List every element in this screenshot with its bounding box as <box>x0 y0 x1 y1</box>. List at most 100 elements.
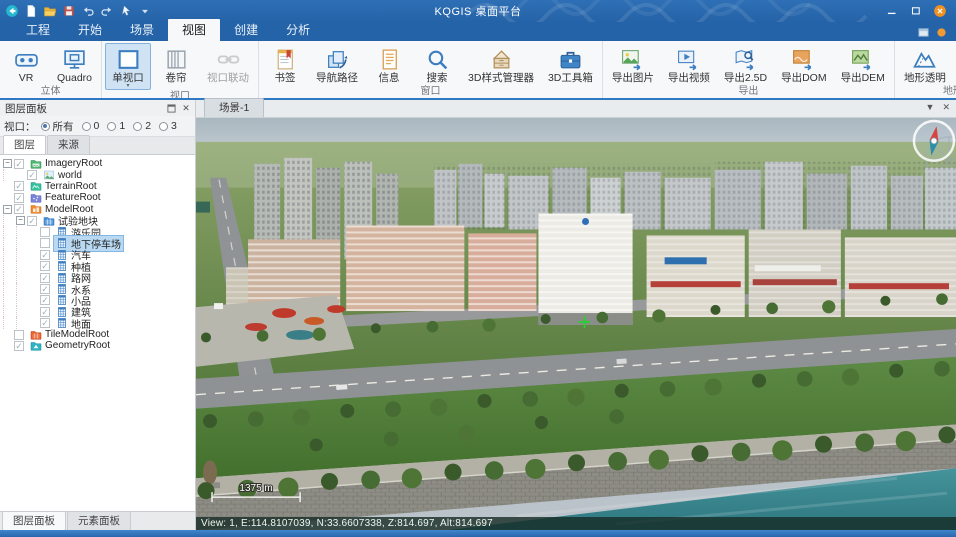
window-style-icon[interactable] <box>917 26 930 39</box>
tree-item-layer-12[interactable]: ✓小品 <box>3 295 195 306</box>
maximize-button[interactable] <box>906 3 926 19</box>
panel-tab-1[interactable]: 图层 <box>3 135 46 154</box>
toolbox-icon <box>558 46 583 73</box>
tree-checkbox[interactable]: ✓ <box>40 307 50 317</box>
ribbon-item-viewport-link: 视口联动 <box>201 43 255 90</box>
ribbon-item-export-dem[interactable]: 导出DEM <box>835 43 891 85</box>
tree-item-layer-11[interactable]: ✓水系 <box>3 283 195 294</box>
svg-text:1375 m: 1375 m <box>239 483 272 494</box>
skin-icon[interactable] <box>935 26 948 39</box>
radio-icon <box>159 122 168 131</box>
ribbon-tab-1[interactable]: 工程 <box>12 19 64 41</box>
tree-checkbox[interactable] <box>40 238 50 248</box>
tree-item-geometryroot[interactable]: ✓ GeometryRoot <box>3 340 195 351</box>
ribbon-item-export-dom[interactable]: 导出DOM <box>775 43 833 85</box>
tree-checkbox[interactable]: ✓ <box>14 159 24 169</box>
tree-item-layer-10[interactable]: ✓路网 <box>3 272 195 283</box>
viewport-radio-3[interactable]: 3 <box>159 119 177 134</box>
ribbon-item-export-image[interactable]: 导出图片 <box>606 43 660 85</box>
ribbon-tab-3[interactable]: 场景 <box>116 19 168 41</box>
close-button[interactable] <box>930 3 950 19</box>
tree-checkbox[interactable]: ✓ <box>14 341 24 351</box>
layer-panel: 图层面板 ✕ 视口： 所有0123 图层来源 −✓ImageryRoot✓wor… <box>0 100 196 530</box>
viewport-radio-0[interactable]: 所有 <box>41 119 74 134</box>
tree-item-imageryroot[interactable]: −✓ImageryRoot <box>3 158 195 169</box>
compass-widget[interactable] <box>914 121 954 161</box>
title-bar: KQGIS 桌面平台 <box>0 0 956 22</box>
undo-button[interactable] <box>79 3 96 20</box>
app-logo[interactable] <box>3 3 20 20</box>
open-file-button[interactable] <box>41 3 58 20</box>
viewport-radio-2[interactable]: 2 <box>133 119 151 134</box>
ribbon-item-quadro-monitor[interactable]: Quadro <box>51 43 98 85</box>
scene-canvas[interactable]: 1375 m View: 1, E:114.8107039, N:33.6607… <box>196 118 956 530</box>
info-doc-icon <box>377 46 402 73</box>
ribbon-tab-2[interactable]: 开始 <box>64 19 116 41</box>
radio-icon <box>133 122 142 131</box>
ribbon-item-vr-goggles[interactable]: VR <box>3 43 49 85</box>
ribbon-item-search[interactable]: 搜索 <box>414 43 460 85</box>
folder-geometry-icon <box>30 340 42 352</box>
kqgis-window: KQGIS 桌面平台 工程开始场景视图创建分析 VRQuadro立体单视口▾卷帘… <box>0 0 956 537</box>
tree-checkbox[interactable]: ✓ <box>40 284 50 294</box>
tree-checkbox[interactable]: ✓ <box>14 193 24 203</box>
ribbon-tab-6[interactable]: 分析 <box>272 19 324 41</box>
save-button[interactable] <box>60 3 77 20</box>
ribbon-item-style-manager[interactable]: 3D样式管理器 <box>462 43 540 85</box>
quick-access-dropdown[interactable] <box>136 3 153 20</box>
tree-item-layer-7[interactable]: 地下停车场 <box>3 238 195 249</box>
panel-bottom-tab-1[interactable]: 图层面板 <box>2 511 66 531</box>
panel-close-icon[interactable]: ✕ <box>180 102 192 114</box>
ribbon-item-terrain-transparent[interactable]: 地形透明 <box>898 43 952 85</box>
pointer-tool-button[interactable] <box>117 3 134 20</box>
layer-panel-tabs: 图层来源 <box>0 137 195 155</box>
viewport-radio-0[interactable]: 0 <box>82 119 100 134</box>
ribbon-item-swipe-curtain[interactable]: 卷帘 <box>153 43 199 90</box>
export-25d-icon <box>733 46 758 73</box>
tree-checkbox[interactable] <box>40 227 50 237</box>
tree-item-layer-9[interactable]: ✓种植 <box>3 261 195 272</box>
ribbon-item-bookmark[interactable]: 书签 <box>262 43 308 85</box>
tree-expander-icon[interactable]: − <box>3 205 12 214</box>
ribbon-tab-5[interactable]: 创建 <box>220 19 272 41</box>
tree-expander-icon[interactable]: − <box>16 216 25 225</box>
ribbon-item-export-25d[interactable]: 导出2.5D <box>718 43 773 85</box>
tree-checkbox[interactable]: ✓ <box>14 181 24 191</box>
ribbon-tab-row: 工程开始场景视图创建分析 <box>0 22 956 41</box>
tree-checkbox[interactable]: ✓ <box>40 250 50 260</box>
ribbon-item-info-doc[interactable]: 信息 <box>366 43 412 85</box>
window-controls <box>882 3 956 19</box>
tree-checkbox[interactable] <box>14 330 24 340</box>
panel-bottom-tab-2[interactable]: 元素面板 <box>67 511 131 531</box>
minimize-button[interactable] <box>882 3 902 19</box>
ribbon-group-group: 地形透明地下模式地形 <box>895 41 956 98</box>
tree-expander-icon[interactable]: − <box>3 159 12 168</box>
viewport-radio-1[interactable]: 1 <box>107 119 125 134</box>
tree-checkbox[interactable]: ✓ <box>27 216 37 226</box>
tree-item-layer-13[interactable]: ✓建筑 <box>3 306 195 317</box>
ribbon-item-nav-path[interactable]: 导航路径 <box>310 43 364 85</box>
ribbon-item-export-video[interactable]: 导出视频 <box>662 43 716 85</box>
export-image-icon <box>620 46 645 73</box>
panel-float-icon[interactable] <box>165 102 177 114</box>
new-file-button[interactable] <box>22 3 39 20</box>
ribbon-group-group: 导出图片导出视频导出2.5D导出DOM导出DEM导出 <box>603 41 895 98</box>
panel-tab-2[interactable]: 来源 <box>47 135 90 154</box>
radio-icon <box>107 122 116 131</box>
ribbon-item-toolbox[interactable]: 3D工具箱 <box>542 43 599 85</box>
ribbon-group-group: VRQuadro立体 <box>0 41 102 98</box>
tree-checkbox[interactable]: ✓ <box>40 273 50 283</box>
scene-tab[interactable]: 场景-1 <box>204 98 264 117</box>
redo-button[interactable] <box>98 3 115 20</box>
viewport-link-icon <box>216 46 241 73</box>
tree-checkbox[interactable]: ✓ <box>40 295 50 305</box>
scene-tab-close-icon[interactable]: ✕ <box>942 102 950 112</box>
ribbon-item-single-viewport[interactable]: 单视口▾ <box>105 43 151 90</box>
scene-tab-dropdown-icon[interactable]: ▼ <box>926 102 935 112</box>
vr-goggles-icon <box>14 46 39 73</box>
tree-item-label: GeometryRoot <box>45 340 110 351</box>
ribbon-tab-4[interactable]: 视图 <box>168 19 220 41</box>
scene-viewport: 场景-1 ▼ ✕ <box>196 100 956 530</box>
tree-checkbox[interactable]: ✓ <box>14 204 24 214</box>
tree-checkbox[interactable]: ✓ <box>40 261 50 271</box>
